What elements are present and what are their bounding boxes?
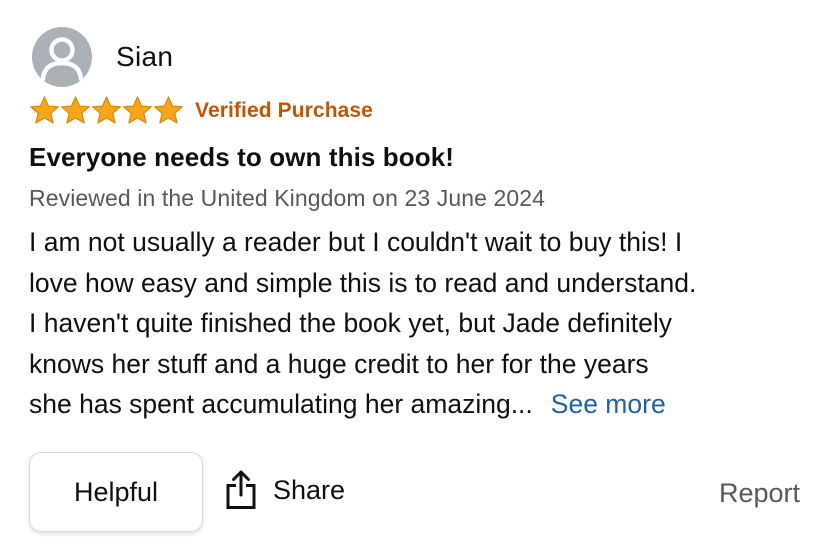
avatar	[32, 27, 92, 87]
review-body-line: I am not usually a reader but I couldn't…	[29, 227, 683, 257]
review-body-line: knows her stuff and a huge credit to her…	[29, 348, 649, 379]
see-more-link[interactable]: See more	[551, 389, 666, 419]
star-icon	[30, 96, 59, 124]
star-icon	[123, 96, 152, 124]
review-body-line: love how easy and simple this is to read…	[29, 267, 697, 298]
reviewer-name: Sian	[116, 41, 174, 72]
star-icon	[61, 96, 90, 124]
star-icon	[154, 96, 183, 124]
star-rating	[29, 95, 184, 126]
review-card: Sian Verified Purchase Everyone needs to…	[0, 0, 828, 546]
rating-row: Verified Purchase	[29, 95, 373, 126]
review-body-line: she has spent accumulating her amazing..…	[29, 389, 533, 419]
report-link[interactable]: Report	[719, 478, 800, 509]
star-icon	[92, 96, 121, 124]
review-body-last-line: she has spent accumulating her amazing..…	[29, 384, 819, 425]
share-button[interactable]: Share	[225, 470, 345, 510]
share-label: Share	[273, 474, 346, 505]
verified-purchase-badge: Verified Purchase	[195, 98, 373, 122]
share-icon	[226, 470, 256, 509]
helpful-button[interactable]: Helpful	[29, 452, 203, 532]
review-title: Everyone needs to own this book!	[29, 142, 455, 172]
user-silhouette-icon	[40, 37, 84, 82]
reviewer-profile[interactable]: Sian	[32, 27, 173, 87]
review-body: I am not usually a reader but I couldn't…	[29, 222, 819, 425]
review-body-line: I haven't quite finished the book yet, b…	[29, 308, 672, 338]
review-date: Reviewed in the United Kingdom on 23 Jun…	[29, 185, 546, 211]
